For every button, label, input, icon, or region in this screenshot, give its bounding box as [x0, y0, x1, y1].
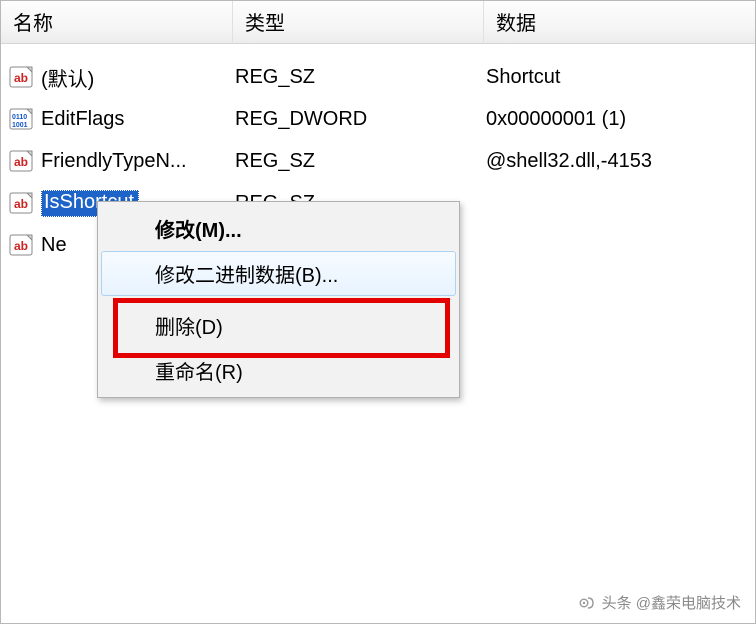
registry-list-pane: 名称 类型 数据 ab (默认) REG_SZ Shortcut: [0, 0, 756, 624]
column-header-row: 名称 类型 数据: [1, 1, 755, 44]
value-name: Ne: [41, 234, 67, 257]
svg-text:ab: ab: [14, 239, 28, 253]
reg-string-icon: ab: [9, 232, 35, 258]
value-type: REG_DWORD: [233, 108, 484, 131]
menu-item-modify-binary[interactable]: 修改二进制数据(B)...: [101, 251, 456, 296]
menu-item-delete[interactable]: 删除(D): [101, 303, 456, 348]
value-data: Shortcut: [484, 66, 755, 89]
table-row[interactable]: ab FriendlyTypeN... REG_SZ @shell32.dll,…: [1, 140, 755, 182]
value-name: EditFlags: [41, 108, 124, 131]
value-name: FriendlyTypeN...: [41, 150, 187, 173]
value-type: REG_SZ: [233, 66, 484, 89]
column-header-type[interactable]: 类型: [233, 1, 484, 44]
column-header-name[interactable]: 名称: [1, 1, 233, 44]
svg-text:ab: ab: [14, 197, 28, 211]
reg-string-icon: ab: [9, 64, 35, 90]
column-header-data[interactable]: 数据: [484, 1, 755, 44]
reg-string-icon: ab: [9, 148, 35, 174]
menu-separator: [141, 299, 452, 300]
menu-item-modify[interactable]: 修改(M)...: [101, 206, 456, 251]
reg-string-icon: ab: [9, 190, 35, 216]
svg-text:1001: 1001: [12, 122, 28, 129]
svg-text:ab: ab: [14, 71, 28, 85]
value-name: (默认): [41, 63, 94, 92]
menu-item-rename[interactable]: 重命名(R): [101, 348, 456, 393]
value-type: REG_SZ: [233, 150, 484, 173]
value-data: @shell32.dll,-4153: [484, 150, 755, 173]
table-row[interactable]: ab (默认) REG_SZ Shortcut: [1, 56, 755, 98]
table-row[interactable]: 0110 1001 EditFlags REG_DWORD 0x00000001…: [1, 98, 755, 140]
svg-text:0110: 0110: [12, 114, 27, 121]
watermark-text: 头条 @鑫荣电脑技术: [602, 592, 741, 613]
reg-binary-icon: 0110 1001: [9, 106, 35, 132]
svg-text:ab: ab: [14, 155, 28, 169]
watermark-icon: [578, 594, 596, 612]
context-menu: 修改(M)... 修改二进制数据(B)... 删除(D) 重命名(R): [97, 201, 460, 398]
watermark: 头条 @鑫荣电脑技术: [578, 592, 741, 613]
value-data: 0x00000001 (1): [484, 108, 755, 131]
